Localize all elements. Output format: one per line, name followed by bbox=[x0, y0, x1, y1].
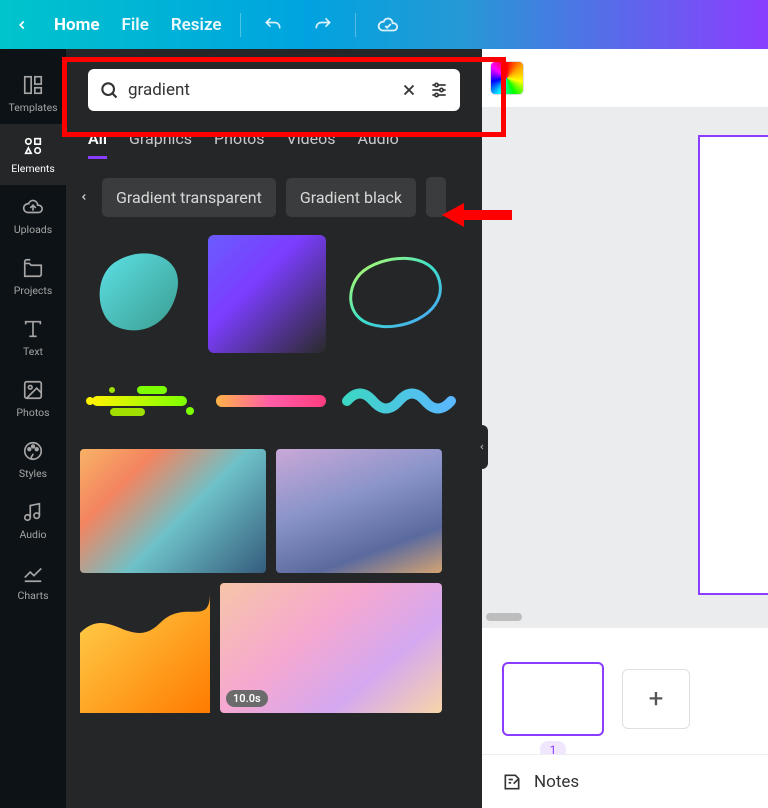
separator bbox=[240, 13, 241, 37]
elements-icon bbox=[21, 134, 45, 158]
projects-icon bbox=[21, 256, 45, 280]
color-picker-chip[interactable] bbox=[490, 61, 524, 95]
category-tabs: All Graphics Photos Videos Audio bbox=[66, 123, 482, 159]
tab-all[interactable]: All bbox=[88, 129, 107, 159]
result-orange-wave[interactable] bbox=[80, 583, 210, 713]
result-green-streak[interactable] bbox=[82, 381, 200, 421]
rail-label: Styles bbox=[19, 467, 47, 480]
rail-styles[interactable]: Styles bbox=[0, 429, 66, 490]
tab-photos[interactable]: Photos bbox=[214, 129, 265, 159]
canvas-viewport[interactable] bbox=[482, 107, 768, 628]
audio-icon bbox=[21, 500, 45, 524]
tab-audio[interactable]: Audio bbox=[358, 129, 399, 159]
canvas-area: 1 + Notes bbox=[482, 49, 768, 808]
results-grid: 10.0s bbox=[66, 235, 482, 808]
rail-label: Projects bbox=[14, 284, 53, 297]
result-dusk-gradient[interactable] bbox=[276, 449, 442, 573]
redo-icon[interactable] bbox=[309, 11, 337, 39]
result-wave-line[interactable] bbox=[342, 381, 460, 421]
tag-gradient-transparent[interactable]: Gradient transparent bbox=[102, 178, 276, 217]
result-outline-oval[interactable] bbox=[336, 235, 454, 353]
nav-home[interactable]: Home bbox=[54, 15, 100, 35]
tag-overflow[interactable] bbox=[426, 177, 446, 217]
filter-icon[interactable] bbox=[428, 79, 450, 101]
rail-audio[interactable]: Audio bbox=[0, 490, 66, 551]
result-pastel-video[interactable]: 10.0s bbox=[220, 583, 442, 713]
horizontal-scrollbar bbox=[482, 613, 768, 625]
templates-icon bbox=[21, 73, 45, 97]
rail-label: Charts bbox=[18, 589, 49, 602]
search-icon bbox=[98, 79, 120, 101]
result-pink-streak[interactable] bbox=[212, 381, 330, 421]
suggestion-tags: Gradient transparent Gradient black bbox=[66, 159, 482, 235]
result-purple-square[interactable] bbox=[208, 235, 326, 353]
styles-icon bbox=[21, 439, 45, 463]
canvas-page[interactable] bbox=[698, 135, 768, 595]
search-area bbox=[66, 49, 482, 123]
clear-search-icon[interactable] bbox=[398, 79, 420, 101]
rail-label: Elements bbox=[11, 162, 55, 175]
side-rail: Templates Elements Uploads Projects Text… bbox=[0, 49, 66, 808]
tag-gradient-black[interactable]: Gradient black bbox=[286, 178, 416, 217]
panel-collapse-handle[interactable] bbox=[476, 425, 488, 469]
video-duration-badge: 10.0s bbox=[226, 690, 268, 707]
rail-charts[interactable]: Charts bbox=[0, 551, 66, 612]
tab-videos[interactable]: Videos bbox=[287, 129, 336, 159]
top-bar: Home File Resize bbox=[0, 0, 768, 49]
rail-label: Uploads bbox=[14, 223, 52, 236]
notes-button[interactable]: Notes bbox=[534, 772, 579, 792]
rail-label: Audio bbox=[19, 528, 46, 541]
scrollbar-thumb[interactable] bbox=[486, 613, 522, 621]
search-box bbox=[88, 69, 460, 111]
notes-icon[interactable] bbox=[502, 772, 522, 792]
nav-file[interactable]: File bbox=[122, 15, 149, 35]
separator bbox=[355, 13, 356, 37]
add-page-button[interactable]: + bbox=[622, 669, 690, 729]
rail-label: Templates bbox=[8, 101, 57, 114]
nav-resize[interactable]: Resize bbox=[171, 15, 222, 35]
rail-projects[interactable]: Projects bbox=[0, 246, 66, 307]
rail-photos[interactable]: Photos bbox=[0, 368, 66, 429]
undo-icon[interactable] bbox=[259, 11, 287, 39]
rail-label: Text bbox=[23, 345, 43, 358]
back-chevron-icon[interactable] bbox=[12, 15, 32, 35]
tags-scroll-left-icon[interactable] bbox=[76, 190, 92, 204]
rail-templates[interactable]: Templates bbox=[0, 63, 66, 124]
page-thumbnail-1[interactable] bbox=[502, 662, 604, 736]
rail-text[interactable]: Text bbox=[0, 307, 66, 368]
search-input[interactable] bbox=[128, 80, 390, 100]
uploads-icon bbox=[21, 195, 45, 219]
tab-graphics[interactable]: Graphics bbox=[129, 129, 192, 159]
rail-elements[interactable]: Elements bbox=[0, 124, 66, 185]
rail-label: Photos bbox=[16, 406, 49, 419]
bottom-bar: Notes bbox=[482, 754, 768, 808]
elements-panel: All Graphics Photos Videos Audio Gradien… bbox=[66, 49, 482, 808]
cloud-sync-icon[interactable] bbox=[374, 11, 402, 39]
rail-uploads[interactable]: Uploads bbox=[0, 185, 66, 246]
charts-icon bbox=[21, 561, 45, 585]
result-warm-gradient[interactable] bbox=[80, 449, 266, 573]
photos-icon bbox=[21, 378, 45, 402]
result-blob-shape[interactable] bbox=[80, 235, 198, 353]
page-thumbnails-row: 1 + bbox=[482, 644, 768, 754]
text-icon bbox=[21, 317, 45, 341]
